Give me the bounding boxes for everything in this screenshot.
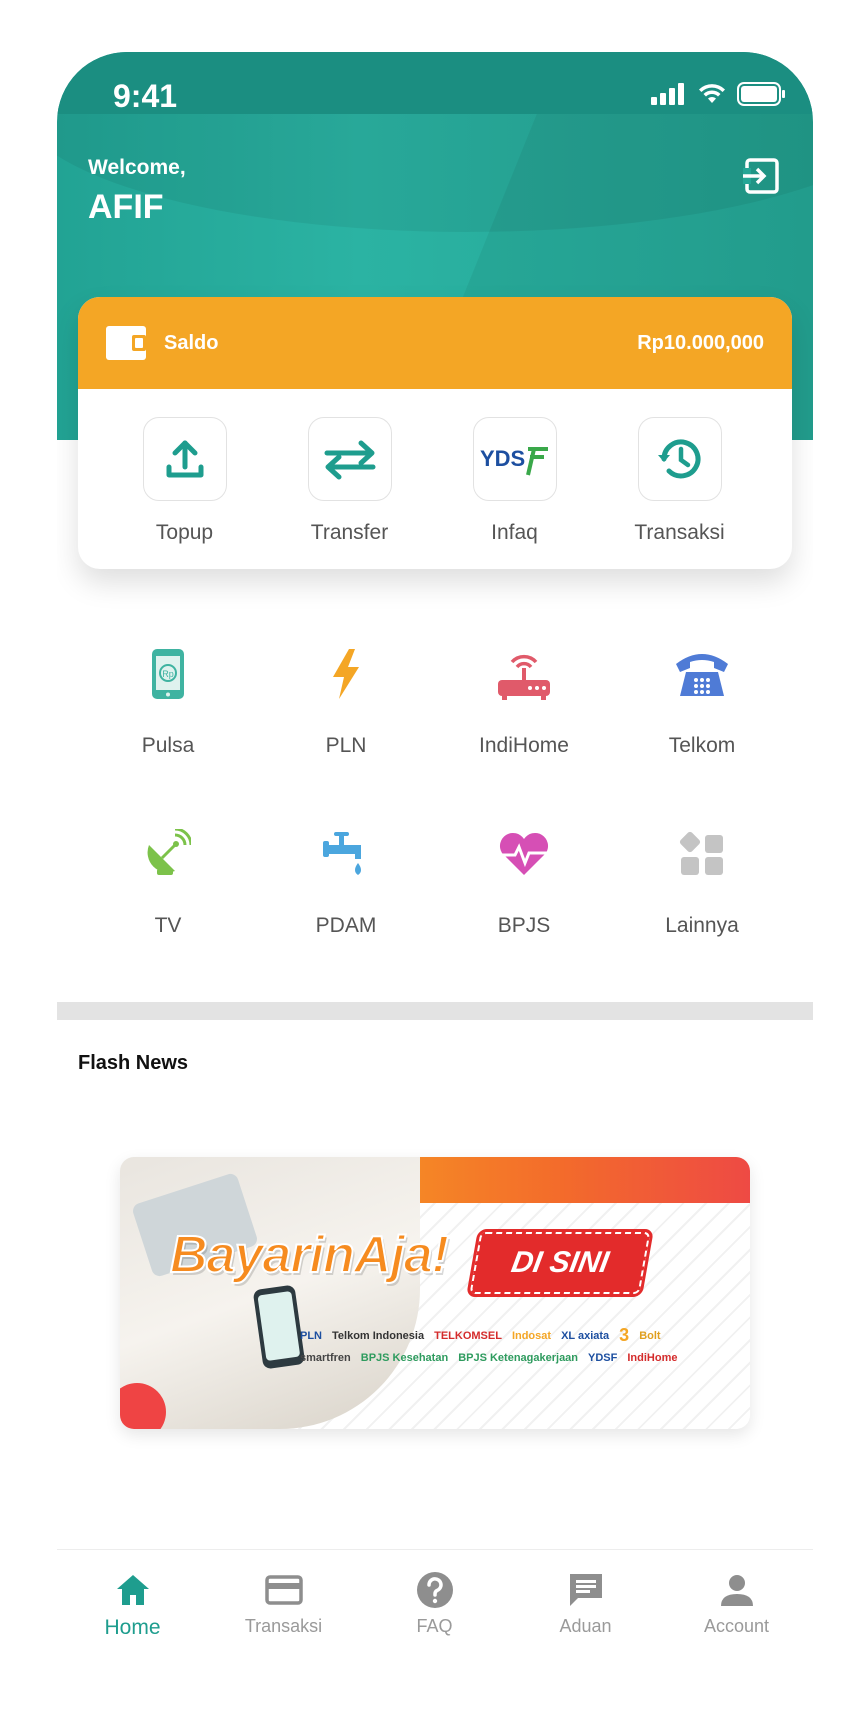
wallet-icon [106, 326, 146, 360]
infaq-label: Infaq [491, 521, 538, 544]
partner-logo: Telkom Indonesia [332, 1329, 425, 1342]
topup-icon-box[interactable] [142, 417, 227, 501]
home-icon [116, 1575, 149, 1605]
wifi-icon [699, 84, 725, 103]
service-telkom[interactable]: Telkom [613, 642, 791, 822]
nav-label: Transaksi [244, 1616, 323, 1636]
lightning-icon [314, 642, 378, 706]
satellite-dish-icon [136, 822, 200, 886]
service-label: BPJS [497, 914, 551, 937]
nav-label: Home [104, 1616, 161, 1639]
service-bpjs[interactable]: BPJS [435, 822, 613, 1002]
battery-icon [737, 82, 785, 106]
partner-logo: XL axiata [561, 1329, 610, 1342]
water-tap-icon [314, 822, 378, 886]
service-label: IndiHome [479, 734, 569, 757]
service-pdam[interactable]: PDAM [257, 822, 435, 1002]
transfer-icon-box[interactable] [307, 417, 392, 501]
ydsf-logo-icon: YDS [480, 446, 548, 476]
nav-transaksi[interactable]: Transaksi [208, 1550, 359, 1652]
nav-label: Account [703, 1616, 770, 1636]
services-grid: Rp Pulsa PLN IndiHome Telkom TV PDAM BPJ… [57, 642, 813, 1002]
username: AFIF [88, 188, 164, 226]
partner-logo: IndiHome [627, 1352, 678, 1364]
router-icon [492, 642, 556, 706]
service-pln[interactable]: PLN [257, 642, 435, 822]
grid-more-icon [670, 822, 734, 886]
partner-logo: 3 [619, 1325, 630, 1345]
status-bar: 9:41 [57, 52, 813, 114]
quick-actions: Topup Transfer YDS Infaq Transaksi [78, 389, 792, 569]
nav-home[interactable]: Home [57, 1550, 208, 1652]
partner-logo: smartfren [300, 1352, 351, 1364]
partner-logo: BPJS Kesehatan [360, 1352, 449, 1364]
chat-icon [569, 1574, 602, 1606]
nav-label: FAQ [416, 1616, 453, 1636]
flash-news-banner[interactable]: BayarinAja! DI SINI PLN Telkom Indonesia… [120, 1157, 750, 1429]
infaq-button[interactable]: YDS Infaq [432, 389, 597, 569]
saldo-label: Saldo [164, 331, 219, 354]
partner-logo: Indosat [511, 1329, 552, 1342]
service-label: PLN [325, 734, 367, 757]
phone-rp-icon: Rp [136, 642, 200, 706]
partner-logo: BPJS Ketenagakerjaan [458, 1352, 579, 1364]
nav-label: Aduan [559, 1616, 612, 1636]
telephone-icon [670, 642, 734, 706]
transaksi-icon-box[interactable] [637, 417, 722, 501]
services-row: TV PDAM BPJS Lainnya [57, 822, 813, 1002]
partner-logos: PLN Telkom Indonesia TELKOMSEL Indosat X… [300, 1325, 720, 1364]
flash-news-title: Flash News [78, 1052, 189, 1074]
status-time: 9:41 [113, 78, 178, 114]
svg-text:Rp: Rp [162, 669, 174, 679]
nav-faq[interactable]: FAQ [359, 1550, 510, 1652]
service-label: PDAM [315, 914, 377, 937]
logout-icon[interactable] [741, 156, 781, 196]
upload-icon [166, 440, 203, 478]
partner-logo: YDSF [588, 1352, 618, 1364]
topup-label: Topup [155, 521, 214, 544]
saldo-amount: Rp10.000,000 [637, 331, 764, 354]
svg-text:YDS: YDS [480, 446, 525, 471]
partner-logo: Bolt [639, 1329, 661, 1342]
service-tv[interactable]: TV [79, 822, 257, 1002]
service-label: TV [154, 914, 182, 937]
welcome-text: Welcome, [88, 156, 186, 179]
saldo-bar[interactable]: Saldo Rp10.000,000 [78, 297, 792, 389]
question-icon [416, 1572, 453, 1608]
service-label: Pulsa [141, 734, 195, 757]
services-row: Rp Pulsa PLN IndiHome Telkom [57, 642, 813, 822]
infaq-icon-box[interactable]: YDS [472, 417, 557, 501]
signal-icon [651, 83, 684, 105]
history-icon [657, 439, 700, 479]
phone-screen: 9:41 Welcome, AFIF Saldo Rp10.000,000 To… [57, 52, 813, 1652]
transfer-label: Transfer [310, 521, 389, 544]
service-label: Telkom [668, 734, 736, 757]
nav-aduan[interactable]: Aduan [510, 1550, 661, 1652]
transfer-button[interactable]: Transfer [267, 389, 432, 569]
nav-account[interactable]: Account [661, 1550, 812, 1652]
partner-logo: TELKOMSEL [434, 1329, 502, 1342]
partner-logo: PLN [300, 1329, 322, 1342]
service-label: Lainnya [665, 914, 739, 937]
transfer-arrows-icon [324, 440, 375, 480]
section-divider [57, 1002, 813, 1020]
heart-pulse-icon [492, 822, 556, 886]
transaksi-button[interactable]: Transaksi [597, 389, 762, 569]
topup-button[interactable]: Topup [102, 389, 267, 569]
person-icon [720, 1575, 753, 1606]
banner-headline: BayarinAja! [169, 1225, 450, 1285]
card-icon [264, 1575, 303, 1605]
banner-badge: DI SINI [466, 1229, 654, 1297]
service-lainnya[interactable]: Lainnya [613, 822, 791, 1002]
service-indihome[interactable]: IndiHome [435, 642, 613, 822]
status-icons [651, 82, 787, 106]
bottom-nav: Home Transaksi FAQ Aduan Account [57, 1549, 813, 1652]
service-pulsa[interactable]: Rp Pulsa [79, 642, 257, 822]
transaksi-label: Transaksi [634, 521, 725, 544]
wallet-card: Saldo Rp10.000,000 Topup Transfer YDS In… [78, 297, 792, 569]
